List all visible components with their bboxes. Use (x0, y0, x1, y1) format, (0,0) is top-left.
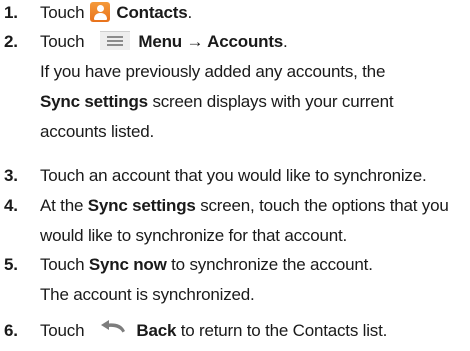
step-text: to synchronize the account. (166, 255, 373, 274)
step-number: 4. (4, 196, 18, 215)
step-line: Touch Sync now to synchronize the accoun… (40, 252, 460, 282)
step-number: 5. (4, 255, 18, 274)
step-body: Touch Menu → Accounts. If you have previo… (40, 29, 460, 149)
step-number: 1. (4, 3, 18, 22)
back-arrow-icon (98, 317, 128, 343)
note-line-3: accounts listed. (40, 122, 154, 141)
menu-accounts-label: Menu → Accounts (138, 32, 284, 51)
step-number: 3. (4, 166, 18, 185)
contacts-icon (90, 1, 111, 22)
step-number: 2. (4, 32, 18, 51)
step-text: Touch (40, 321, 85, 340)
step-text: Touch an account that you would like to … (40, 166, 427, 185)
menu-icon (100, 31, 131, 51)
note-line-2: Sync settings screen displays with your … (40, 89, 460, 119)
step-line: Touch Menu → Accounts. (40, 29, 460, 59)
step-text: . (283, 32, 288, 51)
contacts-label: Contacts (116, 3, 188, 22)
step-body: Touch Sync now to synchronize the accoun… (40, 252, 460, 312)
step-body: Touch an account that you would like to … (40, 163, 460, 193)
step-line: Touch Contacts. (40, 0, 460, 30)
step-line: At the Sync settings screen, touch the o… (40, 193, 460, 223)
note-text: screen displays with your current (147, 92, 394, 111)
step-line-2: would like to synchronize for that accou… (40, 226, 348, 245)
sync-now-label: Sync now (88, 255, 167, 274)
step-line-2: The account is synchronized. (40, 285, 255, 304)
step-body: Touch Contacts. (40, 0, 460, 30)
step-body: Touch Back to return to the Contacts list… (40, 318, 460, 348)
step-text: Touch (40, 3, 85, 22)
sync-settings-label: Sync settings (40, 92, 148, 111)
step-text: screen, touch the options that you (195, 196, 449, 215)
step-body: At the Sync settings screen, touch the o… (40, 193, 460, 253)
step-line: Touch Back to return to the Contacts list… (40, 318, 460, 348)
step-text: At the (40, 196, 88, 215)
note-line-1: If you have previously added any account… (40, 62, 386, 81)
step-text: Touch (40, 255, 89, 274)
step-text: to return to the Contacts list. (176, 321, 388, 340)
step-number: 6. (4, 321, 18, 340)
step-text: Touch (40, 32, 85, 51)
sync-settings-label: Sync settings (87, 196, 196, 215)
step-text: . (187, 3, 193, 22)
back-label: Back (136, 321, 177, 340)
